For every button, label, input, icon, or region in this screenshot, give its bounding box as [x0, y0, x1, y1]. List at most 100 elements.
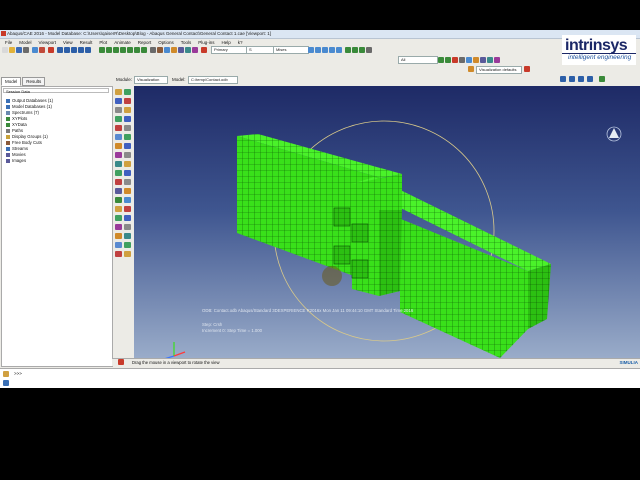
render-hidden-icon[interactable] — [164, 47, 170, 53]
menu-view[interactable]: View — [61, 39, 75, 46]
defaults-reset-icon[interactable] — [524, 66, 530, 72]
cycle-views-icon[interactable] — [345, 47, 351, 53]
plot-symbols-icon[interactable] — [124, 98, 131, 104]
tree-item-xyplots[interactable]: XYPlots — [6, 116, 27, 121]
odb-display-options-icon[interactable] — [124, 125, 131, 131]
menu-result[interactable]: Result — [78, 39, 95, 46]
query-icon[interactable] — [39, 47, 45, 53]
animate-scale-factor-icon[interactable] — [115, 143, 122, 149]
next-frame-icon[interactable] — [78, 47, 84, 53]
tree-item-display-groups[interactable]: Display Groups (1) — [6, 134, 48, 139]
prev-frame-icon[interactable] — [64, 47, 70, 53]
menu-viewport[interactable]: Viewport — [37, 39, 58, 46]
create-path-icon[interactable] — [115, 161, 122, 167]
color-toggle-icon[interactable] — [494, 57, 500, 63]
hotkey-tool-icon[interactable] — [115, 242, 122, 248]
reverse-icon[interactable] — [466, 57, 472, 63]
color-mappings-icon[interactable] — [487, 57, 493, 63]
menu-model[interactable]: Model — [17, 39, 33, 46]
view-bottom-icon[interactable] — [127, 47, 133, 53]
query-tool-icon[interactable] — [115, 188, 122, 194]
plot-material-orientations-icon[interactable] — [115, 107, 122, 113]
create-xydata-icon[interactable] — [115, 134, 122, 140]
tree-item-xydata[interactable]: XYData — [6, 122, 27, 127]
superimpose-options-icon[interactable] — [115, 125, 122, 131]
play-icon[interactable] — [71, 47, 77, 53]
next-view-icon[interactable] — [359, 47, 365, 53]
cancel-procedure-icon[interactable] — [118, 359, 124, 365]
menu-plugins[interactable]: Plug-ins — [196, 39, 216, 46]
render-wireframe-icon[interactable] — [150, 47, 156, 53]
view-top-icon[interactable] — [120, 47, 126, 53]
next-step-icon[interactable] — [587, 76, 593, 82]
tree-item-images[interactable]: Images — [6, 158, 26, 163]
tab-results[interactable]: Results — [22, 77, 46, 86]
tree-item-paths[interactable]: Paths — [6, 128, 23, 133]
create-display-group-icon[interactable] — [480, 57, 486, 63]
field-invariant-select[interactable]: Mises — [273, 46, 309, 54]
toolbox-more-icon[interactable] — [124, 251, 131, 257]
common-options-icon[interactable] — [124, 116, 131, 122]
field-output-icon[interactable] — [201, 47, 207, 53]
text-tool-icon[interactable] — [124, 215, 131, 221]
new-file-icon[interactable] — [2, 47, 8, 53]
print-icon[interactable] — [23, 47, 29, 53]
activate-view-cut-icon[interactable] — [115, 170, 122, 176]
overlay-plot-icon[interactable] — [115, 116, 122, 122]
tools-misc-icon[interactable] — [124, 206, 131, 212]
add-icon[interactable] — [445, 57, 451, 63]
pick-tool-icon[interactable] — [124, 242, 131, 248]
previous-view-icon[interactable] — [352, 47, 358, 53]
view-back-icon[interactable] — [113, 47, 119, 53]
tree-item-spectrums[interactable]: Spectrums (7) — [6, 110, 39, 115]
first-frame-icon[interactable] — [57, 47, 63, 53]
last-frame-icon[interactable] — [85, 47, 91, 53]
view-left-icon[interactable] — [134, 47, 140, 53]
frame-selector-icon[interactable] — [599, 76, 605, 82]
menu-options[interactable]: Options — [156, 39, 176, 46]
allow-multiple-plots-icon[interactable] — [124, 107, 131, 113]
viewport-1[interactable]: ODB: Contact.odb Abaqus/Standard 3DEXPER… — [134, 86, 640, 365]
auto-fit-icon[interactable] — [336, 47, 342, 53]
replace-icon[interactable] — [438, 57, 444, 63]
plot-contours-icon[interactable] — [115, 98, 122, 104]
menu-context-help[interactable]: k? — [236, 39, 245, 46]
open-folder-icon[interactable] — [9, 47, 15, 53]
rotate-icon[interactable] — [315, 47, 321, 53]
create-display-group-tool-icon[interactable] — [115, 179, 122, 185]
magnify-icon[interactable] — [322, 47, 328, 53]
display-group-manager-icon[interactable] — [124, 179, 131, 185]
tree-item-free-body-cuts[interactable]: Free Body Cuts — [6, 140, 42, 145]
view-front-icon[interactable] — [106, 47, 112, 53]
perspective-icon[interactable] — [178, 47, 184, 53]
light-icon[interactable] — [192, 47, 198, 53]
display-group-select[interactable]: All — [398, 56, 438, 64]
select-icon[interactable] — [32, 47, 38, 53]
xydata-manager-icon[interactable] — [124, 134, 131, 140]
arrow-tool-icon[interactable] — [115, 224, 122, 230]
free-body-manager-icon[interactable] — [124, 170, 131, 176]
visualization-defaults-select[interactable]: Visualization defaults — [476, 66, 522, 74]
color-code-tool-icon[interactable] — [115, 206, 122, 212]
pan-icon[interactable] — [308, 47, 314, 53]
view-right-icon[interactable] — [141, 47, 147, 53]
highlight-tool-icon[interactable] — [115, 251, 122, 257]
model-select[interactable]: C:/temp/Contact.odb — [188, 76, 238, 84]
plot-deformed-icon[interactable] — [124, 89, 131, 95]
python-prompt[interactable]: >>> — [14, 371, 22, 376]
stream-tool-icon[interactable] — [115, 197, 122, 203]
menu-tools[interactable]: Tools — [179, 39, 194, 46]
tree-item-streams[interactable]: Streams — [6, 146, 28, 151]
visualization-defaults-icon[interactable] — [468, 66, 474, 72]
first-step-icon[interactable] — [560, 76, 566, 82]
menu-animate[interactable]: Animate — [112, 39, 133, 46]
tree-item-movies[interactable]: Movies — [6, 152, 26, 157]
measure-tool-icon[interactable] — [115, 233, 122, 239]
save-icon[interactable] — [16, 47, 22, 53]
remove-icon[interactable] — [452, 57, 458, 63]
tree-item-output-databases[interactable]: Output Databases (1) — [6, 98, 53, 103]
section-cut-icon[interactable] — [366, 47, 372, 53]
module-select[interactable]: Visualization — [134, 76, 168, 84]
display-options-icon[interactable] — [473, 57, 479, 63]
plot-undeformed-icon[interactable] — [115, 89, 122, 95]
